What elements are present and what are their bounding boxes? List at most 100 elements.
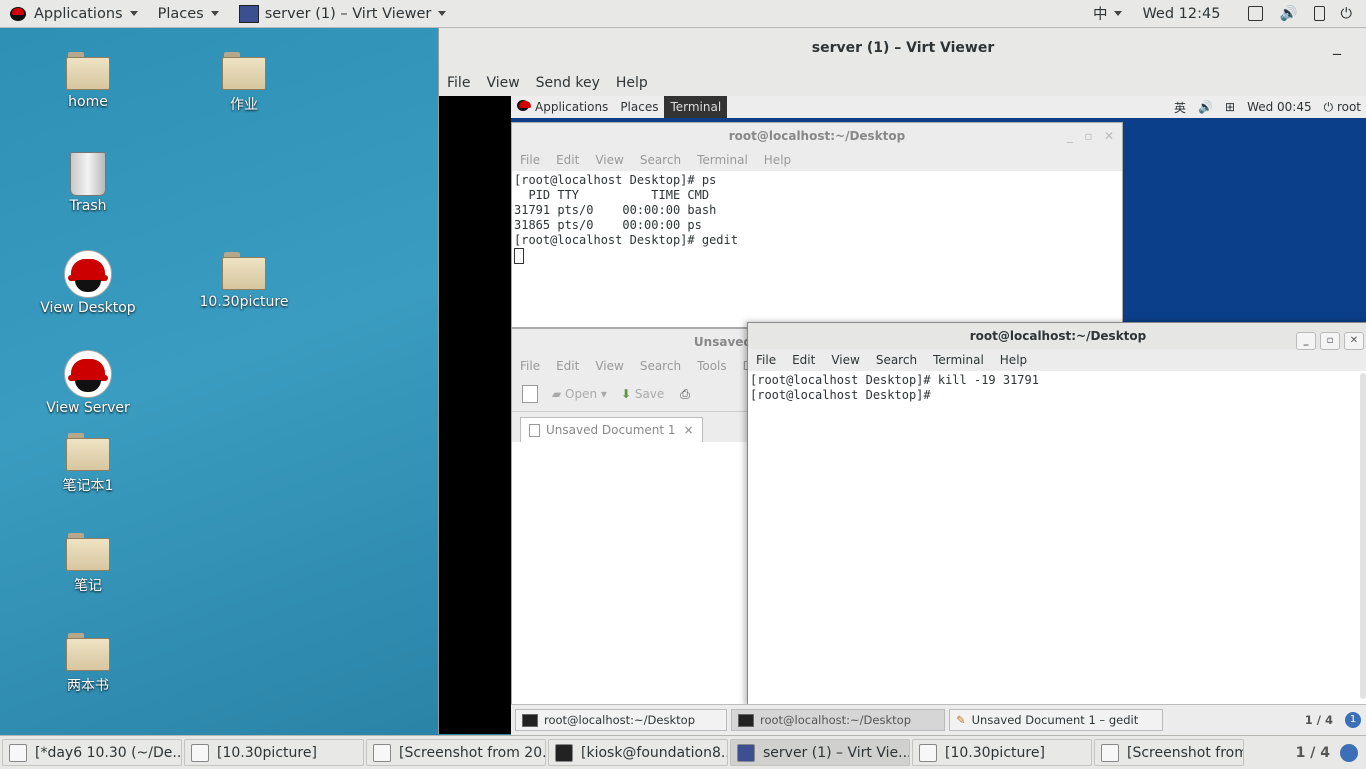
menu-tools[interactable]: Tools xyxy=(689,359,735,373)
guest-display[interactable]: Applications Places Terminal 英 🔊 ⊞ Wed 0… xyxy=(439,96,1366,735)
desktop-icon-view-server[interactable]: View Server xyxy=(33,350,143,416)
menu-help[interactable]: Help xyxy=(608,70,656,96)
window-controls[interactable]: _ ▫ ✕ xyxy=(1067,123,1114,149)
menu-view[interactable]: View xyxy=(587,359,631,373)
workspace-pager[interactable]: 1 / 4 xyxy=(1296,745,1330,761)
menu-file[interactable]: File xyxy=(439,70,478,96)
guest-applications-menu[interactable]: Applications xyxy=(511,100,614,114)
input-method-menu[interactable]: 中 xyxy=(1083,0,1133,27)
menu-view[interactable]: View xyxy=(823,353,867,367)
maximize-button[interactable]: ▫ xyxy=(1320,332,1340,350)
save-icon: ⬇ xyxy=(620,387,635,401)
menu-edit[interactable]: Edit xyxy=(784,353,823,367)
task-screenshot[interactable]: [Screenshot from 20... xyxy=(366,739,546,766)
monitor-icon xyxy=(737,743,755,762)
user-icon: ⏻ xyxy=(1323,99,1337,114)
desktop-icon-home[interactable]: home xyxy=(33,52,143,110)
redhat-icon xyxy=(10,6,26,21)
menu-edit[interactable]: Edit xyxy=(548,153,587,167)
terminal-window-1[interactable]: root@localhost:~/Desktop _ ▫ ✕ File Edit… xyxy=(511,122,1123,328)
desktop-icon-folder[interactable]: 10.30picture xyxy=(189,252,299,310)
window-title: server (1) – Virt Viewer xyxy=(811,40,995,56)
close-button[interactable]: ✕ xyxy=(1344,332,1364,350)
clock[interactable]: Wed 12:45 xyxy=(1132,0,1230,27)
desktop-icon-folder[interactable]: 作业 xyxy=(189,52,299,114)
desktop-icon-trash[interactable]: Trash xyxy=(33,152,143,214)
applications-menu[interactable]: Applications xyxy=(0,0,148,27)
top-panel: Applications Places server (1) – Virt Vi… xyxy=(0,0,1366,28)
folder-icon xyxy=(66,533,110,571)
task-folder[interactable]: [10.30picture] xyxy=(912,739,1092,766)
open-button[interactable]: ▰ Open ▾ xyxy=(552,387,607,401)
volume-icon[interactable]: 🔊 xyxy=(1192,100,1219,114)
notification-icon[interactable]: 1 xyxy=(1345,712,1361,728)
terminal-menubar: File Edit View Search Terminal Help xyxy=(512,149,1122,171)
gedit-toolbar: ▰ Open ▾ ⬇ Save ⎙ xyxy=(512,377,752,412)
terminal-menubar: File Edit View Search Terminal Help xyxy=(748,349,1366,371)
menu-help[interactable]: Help xyxy=(756,153,799,167)
guest-places-menu[interactable]: Places xyxy=(614,100,664,114)
menu-help[interactable]: Help xyxy=(992,353,1035,367)
virt-viewer-window: server (1) – Virt Viewer _ File View Sen… xyxy=(438,28,1366,735)
folder-icon xyxy=(222,52,266,90)
minimize-button[interactable]: _ xyxy=(1333,36,1341,55)
terminal-icon xyxy=(738,713,754,727)
document-tab[interactable]: Unsaved Document 1 × xyxy=(520,417,703,442)
task-screenshot[interactable]: [Screenshot from 20... xyxy=(1094,739,1244,766)
print-icon[interactable]: ⎙ xyxy=(680,387,690,402)
network-icon[interactable]: ⊞ xyxy=(1219,100,1241,114)
menu-search[interactable]: Search xyxy=(632,359,689,373)
guest-taskbar: root@localhost:~/Desktop root@localhost:… xyxy=(511,704,1366,735)
menu-search[interactable]: Search xyxy=(868,353,925,367)
desktop-icon-folder[interactable]: 两本书 xyxy=(33,633,143,695)
guest-input-method[interactable]: 英 xyxy=(1168,99,1192,116)
scrollbar[interactable] xyxy=(1360,373,1366,699)
battery-icon xyxy=(1313,6,1325,21)
menu-file[interactable]: File xyxy=(512,153,548,167)
menu-terminal[interactable]: Terminal xyxy=(925,353,992,367)
desktop-icon-view-desktop[interactable]: View Desktop xyxy=(33,250,143,316)
folder-icon: ▰ xyxy=(552,387,566,401)
save-button[interactable]: ⬇ Save xyxy=(621,387,664,401)
menu-search[interactable]: Search xyxy=(632,153,689,167)
terminal-output[interactable]: [root@localhost Desktop]# ps PID TTY TIM… xyxy=(512,171,1122,266)
menu-view[interactable]: View xyxy=(587,153,631,167)
guest-task-terminal[interactable]: root@localhost:~/Desktop xyxy=(731,709,945,731)
guest-user-menu[interactable]: ⏻ root xyxy=(1318,100,1366,115)
gedit-window[interactable]: Unsaved File Edit View Search Tools Docu… xyxy=(511,328,773,706)
status-area[interactable]: 🔊 ⏻ xyxy=(1230,0,1366,27)
file-manager-icon xyxy=(919,743,937,762)
task-folder[interactable]: [10.30picture] xyxy=(184,739,364,766)
menu-file[interactable]: File xyxy=(748,353,784,367)
guest-clock[interactable]: Wed 00:45 xyxy=(1241,100,1318,114)
task-gedit[interactable]: [*day6 10.30 (~/De... xyxy=(2,739,182,766)
home-folder-icon xyxy=(66,52,110,90)
menu-edit[interactable]: Edit xyxy=(548,359,587,373)
terminal-output[interactable]: [root@localhost Desktop]# kill -19 31791… xyxy=(748,371,1366,405)
folder-icon xyxy=(222,252,266,290)
terminal-window-2[interactable]: root@localhost:~/Desktop _ ▫ ✕ File Edit V… xyxy=(747,322,1366,706)
guest-task-terminal[interactable]: root@localhost:~/Desktop xyxy=(515,709,727,731)
menu-terminal[interactable]: Terminal xyxy=(689,153,756,167)
notification-icon[interactable] xyxy=(1340,743,1358,762)
redhat-logo-icon xyxy=(64,250,112,298)
guest-terminal-launcher[interactable]: Terminal xyxy=(664,96,728,118)
task-virt-viewer[interactable]: server (1) – Virt Vie... xyxy=(730,739,910,766)
menu-view[interactable]: View xyxy=(478,70,527,96)
menu-file[interactable]: File xyxy=(512,359,548,373)
desktop-icon-folder[interactable]: 笔记本1 xyxy=(33,433,143,495)
task-terminal[interactable]: [kiosk@foundation8... xyxy=(548,739,728,766)
gedit-title: Unsaved xyxy=(512,329,752,355)
minimize-button[interactable]: _ xyxy=(1296,332,1316,350)
desktop-icon-folder[interactable]: 笔记 xyxy=(33,533,143,595)
places-menu[interactable]: Places xyxy=(148,0,229,27)
gedit-menubar: File Edit View Search Tools Docu xyxy=(512,355,773,377)
workspace-pager[interactable]: 1 / 4 xyxy=(1305,713,1333,727)
close-tab-button[interactable]: × xyxy=(684,423,694,437)
new-document-button[interactable] xyxy=(522,385,538,403)
window-menu[interactable]: server (1) – Virt Viewer xyxy=(229,0,457,27)
image-viewer-icon xyxy=(373,743,391,762)
guest-task-gedit[interactable]: ✎ Unsaved Document 1 – gedit xyxy=(949,709,1163,731)
menu-send-key[interactable]: Send key xyxy=(528,70,608,96)
folder-icon xyxy=(66,633,110,671)
